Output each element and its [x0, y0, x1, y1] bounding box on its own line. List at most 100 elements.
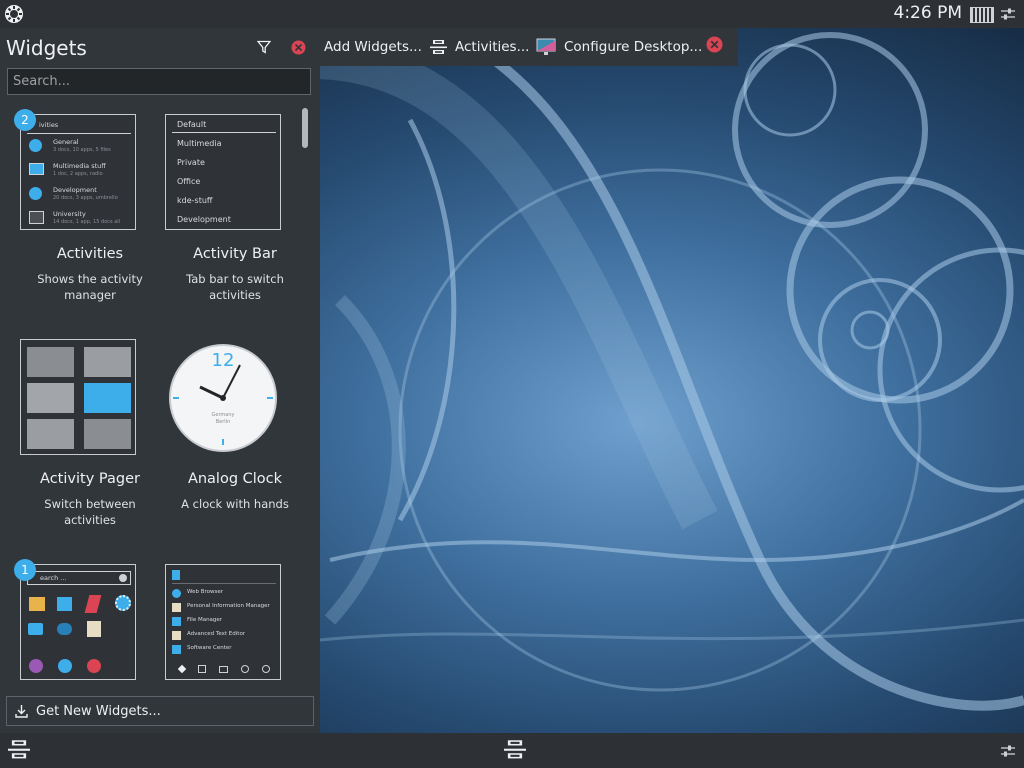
preview-item-detail: 20 docs, 3 apps, umbrello — [53, 195, 118, 201]
divider — [172, 132, 276, 133]
get-new-widgets-button[interactable]: Get New Widgets... — [6, 696, 314, 726]
preview-tab: Default — [177, 120, 207, 129]
launcher-item: Web Browser — [187, 589, 224, 595]
preview-search-box: earch ... — [27, 571, 131, 585]
pager-desktop — [27, 383, 74, 413]
clock-caption: Berlin — [216, 419, 231, 425]
widgets-explorer-panel: Widgets ivities General 3 docs, 10 apps,… — [0, 28, 320, 733]
app-icon — [29, 659, 43, 673]
leave-icon — [261, 665, 270, 673]
widget-preview — [20, 339, 136, 455]
get-new-widgets-label: Get New Widgets... — [36, 703, 161, 719]
pager-desktop — [27, 419, 74, 449]
app-icon — [172, 631, 181, 640]
apps-icon — [197, 665, 206, 673]
configure-desktop-button[interactable]: Configure Desktop... — [536, 28, 702, 66]
widget-name: Activities — [56, 246, 124, 262]
activities-icon[interactable] — [8, 739, 30, 761]
pager-desktop — [84, 347, 131, 377]
preview-item-title: University — [53, 210, 86, 218]
widget-name: Activity Pager — [40, 471, 140, 487]
widget-description: Switch between activities — [44, 497, 136, 527]
settings-icon — [115, 595, 131, 611]
clock-caption: Germany — [212, 412, 235, 418]
close-icon[interactable] — [706, 36, 723, 53]
widget-name: Activity Bar — [193, 246, 277, 262]
preview-search-text: earch ... — [40, 574, 67, 582]
preview-tab: Development — [177, 215, 231, 224]
favorites-icon — [177, 664, 186, 674]
kde-launcher-icon[interactable] — [4, 4, 24, 24]
widget-preview: Default Multimedia Private Office kde-st… — [165, 114, 281, 230]
app-icon — [84, 595, 102, 613]
analog-clock-face: 12 Germany Berlin — [169, 344, 277, 452]
count-badge: 1 — [14, 559, 36, 581]
widget-card-activity-pager[interactable]: Activity Pager Switch between activities — [19, 339, 159, 527]
activity-icon — [29, 211, 44, 224]
activities-label: Activities... — [455, 39, 530, 55]
launcher-tabbar — [172, 663, 276, 675]
close-icon[interactable] — [291, 40, 306, 55]
activities-button[interactable]: Activities... — [430, 28, 529, 66]
bottom-panel — [0, 733, 1024, 768]
preview-tab: Office — [177, 177, 201, 186]
app-icon — [172, 645, 181, 654]
widget-preview: Web Browser Personal Information Manager… — [165, 564, 281, 680]
chat-icon — [28, 623, 43, 635]
widget-card-application-launcher[interactable]: Web Browser Personal Information Manager… — [164, 564, 304, 682]
preview-item-title: Development — [53, 186, 97, 194]
widget-card-activities[interactable]: ivities General 3 docs, 10 apps, 5 files… — [14, 109, 159, 304]
preview-item-title: General — [53, 138, 79, 146]
search-input[interactable] — [7, 68, 311, 95]
app-icon — [58, 659, 72, 673]
digital-clock[interactable]: 4:26 PM — [894, 3, 963, 23]
toggle-icon — [57, 623, 72, 635]
widget-card-application-dashboard[interactable]: earch ... 1 — [14, 559, 159, 682]
preview-item-detail: 1 doc, 2 apps, radio — [53, 171, 103, 177]
top-panel: 4:26 PM — [0, 0, 1024, 28]
panel-title: Widgets — [6, 36, 87, 60]
panel-settings-icon[interactable] — [1000, 743, 1016, 759]
app-icon — [172, 603, 181, 612]
divider — [27, 133, 131, 134]
launcher-item: Personal Information Manager — [187, 603, 270, 609]
widget-preview: ivities General 3 docs, 10 apps, 5 files… — [20, 114, 136, 230]
widget-card-analog-clock[interactable]: 12 Germany Berlin Analog Clock A clock w… — [164, 339, 304, 519]
power-icon — [87, 659, 101, 673]
widget-preview: 12 Germany Berlin — [165, 339, 281, 455]
widget-card-activity-bar[interactable]: Default Multimedia Private Office kde-st… — [164, 114, 304, 304]
launcher-item: Advanced Text Editor — [187, 631, 246, 637]
folder-icon — [29, 597, 45, 611]
preview-tab: Multimedia — [177, 139, 222, 148]
app-icon — [172, 617, 181, 626]
app-icon — [57, 597, 72, 611]
launcher-item: File Manager — [187, 617, 223, 623]
activities-icon[interactable] — [504, 739, 526, 761]
preview-tab: Private — [177, 158, 205, 167]
clock-number-12: 12 — [212, 350, 235, 371]
widget-description: A clock with hands — [181, 497, 289, 511]
note-icon — [87, 621, 101, 637]
battery-icon[interactable] — [970, 7, 994, 23]
clear-icon — [119, 574, 127, 582]
add-widgets-label: Add Widgets... — [324, 39, 422, 55]
preview-item-detail: 14 docs, 1 app, 15 docs all — [53, 219, 121, 225]
history-icon — [240, 665, 249, 673]
pager-desktop — [27, 347, 74, 377]
panel-settings-icon[interactable] — [1000, 6, 1016, 22]
activities-icon — [430, 39, 447, 54]
activity-icon — [29, 163, 44, 175]
widget-description: Shows the activity manager — [37, 272, 143, 302]
filter-icon[interactable] — [257, 40, 271, 54]
pager-desktop — [84, 419, 131, 449]
widget-preview: earch ... — [20, 564, 136, 680]
app-icon — [172, 589, 181, 598]
preview-item-title: Multimedia stuff — [53, 162, 106, 170]
desktop-config-icon — [536, 38, 556, 55]
count-badge: 2 — [14, 109, 36, 131]
launcher-item: Software Center — [187, 645, 232, 651]
pager-desktop-active — [84, 383, 131, 413]
user-icon — [172, 570, 180, 580]
widget-description: Tab bar to switch activities — [186, 272, 284, 302]
preview-header: ivities — [39, 121, 59, 129]
